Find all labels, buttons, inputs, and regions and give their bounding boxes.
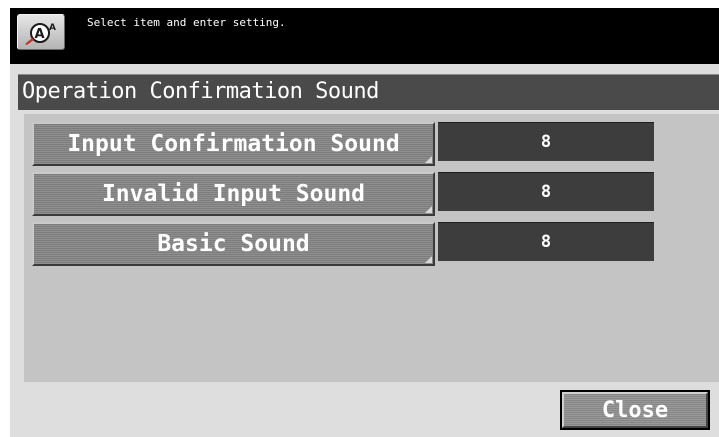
instruction-message: Select item and enter setting. [87,16,286,29]
svg-text:A: A [35,27,45,42]
accessibility-button[interactable]: A A [17,14,65,50]
invalid-input-sound-value: 8 [438,172,654,211]
close-button[interactable]: Close [560,390,710,430]
setting-row-input-confirmation: Input Confirmation Sound 8 [32,122,672,166]
setting-row-basic-sound: Basic Sound 8 [32,222,672,266]
top-bar: A A Select item and enter setting. [10,8,719,64]
input-confirmation-sound-value: 8 [438,122,654,161]
invalid-input-sound-button[interactable]: Invalid Input Sound [32,172,435,216]
basic-sound-button[interactable]: Basic Sound [32,222,435,266]
settings-panel: Input Confirmation Sound 8 Invalid Input… [24,114,719,382]
page-title: Operation Confirmation Sound [22,79,379,104]
basic-sound-value: 8 [438,222,654,261]
title-bar: Operation Confirmation Sound [18,74,719,110]
input-confirmation-sound-button[interactable]: Input Confirmation Sound [32,122,435,166]
close-button-label: Close [562,392,708,428]
accessibility-aa-icon: A A [25,23,56,45]
main-screen: Operation Confirmation Sound Input Confi… [10,64,719,437]
svg-text:A: A [49,23,56,33]
setting-row-invalid-input: Invalid Input Sound 8 [32,172,672,216]
